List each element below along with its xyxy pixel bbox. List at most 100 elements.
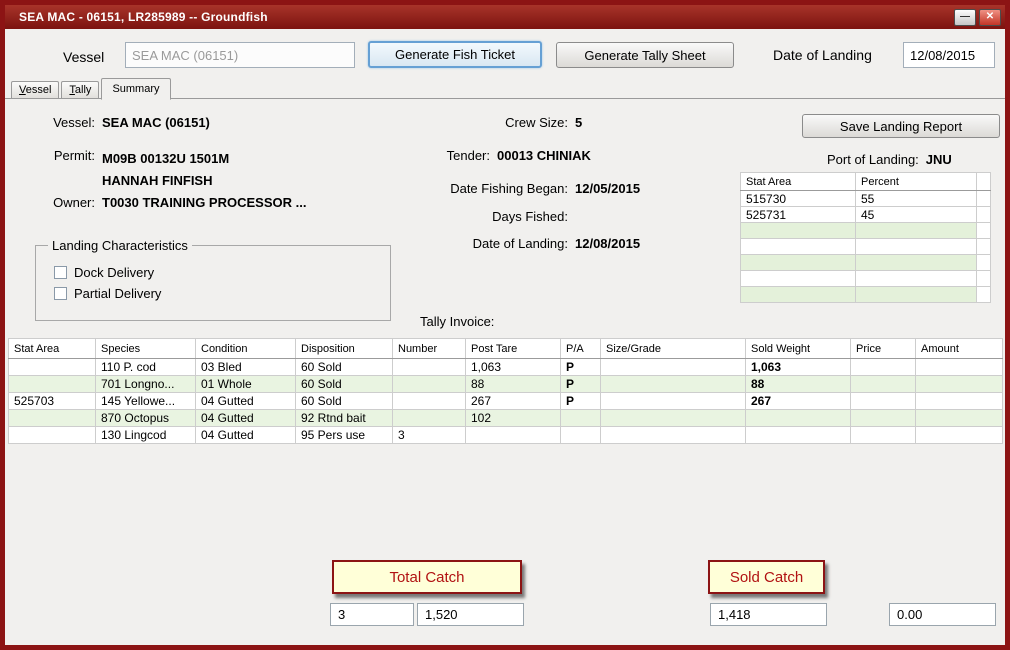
cell-sold-weight[interactable]: 88	[746, 376, 851, 393]
cell-species[interactable]: 701 Longno...	[96, 376, 196, 393]
stat-area-cell[interactable]	[741, 255, 856, 271]
stat-area-row[interactable]: 52573145	[741, 207, 991, 223]
percent-cell[interactable]	[856, 223, 977, 239]
cell-stat-area[interactable]	[9, 359, 96, 376]
cell-price[interactable]	[851, 410, 916, 427]
stat-area-cell[interactable]	[741, 223, 856, 239]
cell-number[interactable]	[393, 410, 466, 427]
stat-area-table-container: Stat Area Percent 51573055 52573145	[740, 172, 991, 303]
cell-post-tare[interactable]: 102	[466, 410, 561, 427]
tab-summary[interactable]: Summary	[101, 78, 170, 100]
stat-area-row[interactable]	[741, 255, 991, 271]
cell-sold-weight[interactable]	[746, 410, 851, 427]
partial-delivery-row: Partial Delivery	[54, 286, 378, 301]
cell-pa[interactable]	[561, 427, 601, 444]
vessel-input[interactable]	[125, 42, 355, 68]
cell-condition[interactable]: 04 Gutted	[196, 410, 296, 427]
cell-price[interactable]	[851, 393, 916, 410]
cell-size-grade[interactable]	[601, 410, 746, 427]
cell-pa[interactable]: P	[561, 393, 601, 410]
cell-amount[interactable]	[916, 427, 1003, 444]
cell-sold-weight[interactable]	[746, 427, 851, 444]
close-button[interactable]: ✕	[979, 9, 1001, 26]
catch-table-row[interactable]: 525703 145 Yellowe... 04 Gutted 60 Sold …	[9, 393, 1003, 410]
cell-number[interactable]	[393, 359, 466, 376]
cell-amount[interactable]	[916, 376, 1003, 393]
cell-species[interactable]: 145 Yellowe...	[96, 393, 196, 410]
catch-table-row[interactable]: 130 Lingcod 04 Gutted 95 Pers use 3	[9, 427, 1003, 444]
cell-post-tare[interactable]: 88	[466, 376, 561, 393]
cell-stat-area[interactable]: 525703	[9, 393, 96, 410]
cell-disposition[interactable]: 95 Pers use	[296, 427, 393, 444]
cell-number[interactable]	[393, 393, 466, 410]
percent-cell[interactable]	[856, 287, 977, 303]
percent-cell[interactable]	[856, 271, 977, 287]
stat-area-row[interactable]: 51573055	[741, 191, 991, 207]
percent-col-header: Percent	[856, 173, 977, 191]
cell-price[interactable]	[851, 376, 916, 393]
cell-amount[interactable]	[916, 410, 1003, 427]
stat-area-cell[interactable]: 525731	[741, 207, 856, 223]
catch-table-row[interactable]: 870 Octopus 04 Gutted 92 Rtnd bait 102	[9, 410, 1003, 427]
cell-pa[interactable]	[561, 410, 601, 427]
cell-species[interactable]: 870 Octopus	[96, 410, 196, 427]
minimize-button[interactable]: —	[954, 9, 976, 26]
cell-disposition[interactable]: 60 Sold	[296, 359, 393, 376]
cell-number[interactable]: 3	[393, 427, 466, 444]
cell-stat-area[interactable]	[9, 376, 96, 393]
cell-post-tare[interactable]: 267	[466, 393, 561, 410]
cell-size-grade[interactable]	[601, 393, 746, 410]
vessel-toolbar-label: Vessel	[63, 49, 104, 65]
cell-size-grade[interactable]	[601, 376, 746, 393]
cell-stat-area[interactable]	[9, 410, 96, 427]
cell-pa[interactable]: P	[561, 359, 601, 376]
cell-disposition[interactable]: 92 Rtnd bait	[296, 410, 393, 427]
cell-sold-weight[interactable]: 1,063	[746, 359, 851, 376]
dock-delivery-checkbox[interactable]	[54, 266, 67, 279]
cell-species[interactable]: 130 Lingcod	[96, 427, 196, 444]
stat-area-row[interactable]	[741, 271, 991, 287]
tab-vessel[interactable]: Vessel	[11, 81, 59, 99]
stat-area-col-header: Stat Area	[741, 173, 856, 191]
percent-cell[interactable]: 45	[856, 207, 977, 223]
generate-fish-ticket-button[interactable]: Generate Fish Ticket	[368, 41, 542, 68]
stat-area-row[interactable]	[741, 223, 991, 239]
cell-post-tare[interactable]: 1,063	[466, 359, 561, 376]
cell-condition[interactable]: 03 Bled	[196, 359, 296, 376]
cell-disposition[interactable]: 60 Sold	[296, 393, 393, 410]
tab-tally[interactable]: Tally	[61, 81, 99, 99]
stat-area-cell[interactable]: 515730	[741, 191, 856, 207]
save-landing-report-button[interactable]: Save Landing Report	[802, 114, 1000, 138]
cell-pa[interactable]: P	[561, 376, 601, 393]
total-weight-box: 1,520	[417, 603, 524, 626]
cell-condition[interactable]: 04 Gutted	[196, 393, 296, 410]
generate-tally-sheet-button[interactable]: Generate Tally Sheet	[556, 42, 734, 68]
cell-amount[interactable]	[916, 359, 1003, 376]
percent-cell[interactable]	[856, 255, 977, 271]
partial-delivery-checkbox[interactable]	[54, 287, 67, 300]
cell-disposition[interactable]: 60 Sold	[296, 376, 393, 393]
cell-size-grade[interactable]	[601, 359, 746, 376]
cell-post-tare[interactable]	[466, 427, 561, 444]
stat-area-cell[interactable]	[741, 239, 856, 255]
catch-table-row[interactable]: 110 P. cod 03 Bled 60 Sold 1,063 P 1,063	[9, 359, 1003, 376]
catch-table-row[interactable]: 701 Longno... 01 Whole 60 Sold 88 P 88	[9, 376, 1003, 393]
cell-amount[interactable]	[916, 393, 1003, 410]
stat-area-row[interactable]	[741, 287, 991, 303]
percent-cell[interactable]: 55	[856, 191, 977, 207]
cell-species[interactable]: 110 P. cod	[96, 359, 196, 376]
stat-area-row[interactable]	[741, 239, 991, 255]
cell-price[interactable]	[851, 427, 916, 444]
catch-table: Stat Area Species Condition Disposition …	[8, 338, 1003, 444]
cell-number[interactable]	[393, 376, 466, 393]
cell-sold-weight[interactable]: 267	[746, 393, 851, 410]
cell-stat-area[interactable]	[9, 427, 96, 444]
cell-price[interactable]	[851, 359, 916, 376]
cell-size-grade[interactable]	[601, 427, 746, 444]
cell-condition[interactable]: 01 Whole	[196, 376, 296, 393]
percent-cell[interactable]	[856, 239, 977, 255]
stat-area-cell[interactable]	[741, 287, 856, 303]
stat-area-cell[interactable]	[741, 271, 856, 287]
cell-condition[interactable]: 04 Gutted	[196, 427, 296, 444]
date-of-landing-input[interactable]	[903, 42, 995, 68]
